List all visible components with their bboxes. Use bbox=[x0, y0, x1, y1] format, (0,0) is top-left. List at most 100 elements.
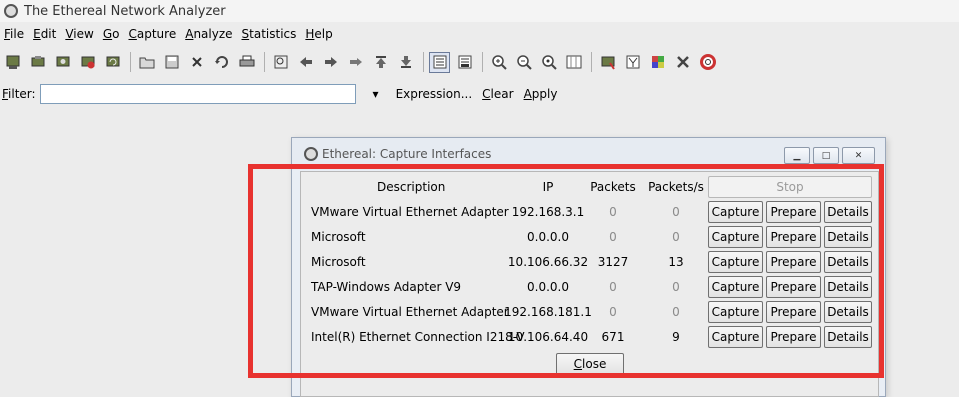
capture-button[interactable]: Capture bbox=[708, 301, 763, 323]
menu-statistics[interactable]: Statistics bbox=[242, 27, 297, 41]
go-to-packet-icon[interactable] bbox=[345, 52, 366, 73]
stop-button[interactable]: Stop bbox=[708, 176, 872, 198]
open-file-icon[interactable] bbox=[136, 52, 157, 73]
interfaces-icon[interactable] bbox=[2, 52, 23, 73]
column-packets: Packets bbox=[590, 180, 636, 194]
toolbar-separator bbox=[591, 52, 592, 72]
menu-edit[interactable]: Edit bbox=[33, 27, 56, 41]
menu-help[interactable]: Help bbox=[305, 27, 332, 41]
grid-header: Description IP Packets Packets/s Stop bbox=[301, 175, 878, 199]
interface-packets-per-sec: 13 bbox=[668, 255, 684, 269]
minimize-icon[interactable]: ▁ bbox=[784, 147, 810, 164]
capture-button[interactable]: Capture bbox=[708, 251, 763, 273]
autoscroll-icon[interactable] bbox=[454, 52, 475, 73]
save-file-icon[interactable] bbox=[161, 52, 182, 73]
stop-capture-icon[interactable] bbox=[77, 52, 98, 73]
capture-button[interactable]: Capture bbox=[708, 201, 763, 223]
filter-bar: Filter: ▾ Expression... Clear Apply bbox=[0, 83, 959, 105]
zoom-normal-icon[interactable] bbox=[538, 52, 559, 73]
filter-dropdown-arrow-icon[interactable]: ▾ bbox=[356, 84, 396, 104]
start-capture-icon[interactable] bbox=[52, 52, 73, 73]
apply-button[interactable]: Apply bbox=[524, 87, 558, 101]
interface-packets-per-sec: 9 bbox=[672, 330, 680, 344]
menu-file[interactable]: File bbox=[4, 27, 24, 41]
go-forward-icon[interactable] bbox=[320, 52, 341, 73]
interface-row: TAP-Windows Adapter V9 0.0.0.0 0 0 Captu… bbox=[301, 275, 878, 299]
prepare-button[interactable]: Prepare bbox=[766, 226, 821, 248]
capture-interfaces-dialog: Ethereal: Capture Interfaces ▁ □ ✕ Descr… bbox=[291, 137, 886, 397]
interface-description: TAP-Windows Adapter V9 bbox=[311, 280, 462, 294]
menu-capture[interactable]: Capture bbox=[128, 27, 176, 41]
interface-packets: 0 bbox=[609, 205, 617, 219]
interface-packets-per-sec: 0 bbox=[672, 205, 680, 219]
prepare-button[interactable]: Prepare bbox=[766, 251, 821, 273]
close-button[interactable]: Close bbox=[556, 353, 624, 375]
details-button[interactable]: Details bbox=[824, 251, 872, 273]
details-button[interactable]: Details bbox=[824, 276, 872, 298]
interface-row: Intel(R) Ethernet Connection I218-V 10.1… bbox=[301, 325, 878, 349]
dialog-title: Ethereal: Capture Interfaces bbox=[322, 147, 492, 161]
toolbar-separator bbox=[130, 52, 131, 72]
preferences-icon[interactable] bbox=[672, 52, 693, 73]
interface-packets: 0 bbox=[609, 305, 617, 319]
filter-label: Filter: bbox=[2, 87, 36, 101]
details-button[interactable]: Details bbox=[824, 226, 872, 248]
coloring-rules-icon[interactable] bbox=[647, 52, 668, 73]
details-button[interactable]: Details bbox=[824, 301, 872, 323]
capture-button[interactable]: Capture bbox=[708, 276, 763, 298]
details-button[interactable]: Details bbox=[824, 326, 872, 348]
print-icon[interactable] bbox=[236, 52, 257, 73]
prepare-button[interactable]: Prepare bbox=[766, 301, 821, 323]
close-window-icon[interactable]: ✕ bbox=[842, 147, 875, 164]
menu-view[interactable]: View bbox=[65, 27, 93, 41]
interface-row: Microsoft 10.106.66.32 3127 13 Capture P… bbox=[301, 250, 878, 274]
interface-packets: 0 bbox=[609, 280, 617, 294]
go-back-icon[interactable] bbox=[295, 52, 316, 73]
filter-input[interactable] bbox=[39, 84, 356, 104]
menubar: File Edit View Go Capture Analyze Statis… bbox=[0, 24, 959, 44]
dialog-titlebar[interactable]: Ethereal: Capture Interfaces ▁ □ ✕ bbox=[292, 138, 885, 170]
last-packet-icon[interactable] bbox=[395, 52, 416, 73]
clear-button[interactable]: Clear bbox=[482, 87, 513, 101]
main-toolbar bbox=[0, 48, 959, 76]
window-controls: ▁ □ ✕ bbox=[784, 147, 875, 164]
interface-description: Microsoft bbox=[311, 230, 366, 244]
expression-button[interactable]: Expression... bbox=[396, 87, 473, 101]
menu-go[interactable]: Go bbox=[103, 27, 120, 41]
column-description: Description bbox=[377, 180, 446, 194]
interface-packets: 3127 bbox=[597, 255, 629, 269]
colorize-icon[interactable] bbox=[429, 51, 450, 73]
display-filters-icon[interactable] bbox=[622, 52, 643, 73]
interfaces-grid: Description IP Packets Packets/s Stop VM… bbox=[300, 171, 879, 397]
interface-row: Microsoft 0.0.0.0 0 0 Capture Prepare De… bbox=[301, 225, 878, 249]
window-title: The Ethereal Network Analyzer bbox=[24, 3, 226, 19]
toolbar-separator bbox=[264, 52, 265, 72]
capture-filters-icon[interactable] bbox=[597, 52, 618, 73]
zoom-out-icon[interactable] bbox=[513, 52, 534, 73]
interface-packets: 671 bbox=[601, 330, 625, 344]
prepare-button[interactable]: Prepare bbox=[766, 276, 821, 298]
find-packet-icon[interactable] bbox=[270, 52, 291, 73]
reload-icon[interactable] bbox=[211, 52, 232, 73]
toolbar-separator bbox=[423, 52, 424, 72]
restart-capture-icon[interactable] bbox=[102, 52, 123, 73]
prepare-button[interactable]: Prepare bbox=[766, 326, 821, 348]
prepare-button[interactable]: Prepare bbox=[766, 201, 821, 223]
details-button[interactable]: Details bbox=[824, 201, 872, 223]
toolbar-separator bbox=[482, 52, 483, 72]
menu-analyze[interactable]: Analyze bbox=[185, 27, 232, 41]
ethereal-logo-icon bbox=[4, 4, 18, 18]
capture-options-icon[interactable] bbox=[27, 52, 48, 73]
interface-description: VMware Virtual Ethernet Adapter bbox=[311, 305, 509, 319]
resize-columns-icon[interactable] bbox=[563, 52, 584, 73]
maximize-icon[interactable]: □ bbox=[813, 147, 839, 164]
capture-button[interactable]: Capture bbox=[708, 226, 763, 248]
close-file-icon[interactable] bbox=[186, 52, 207, 73]
zoom-in-icon[interactable] bbox=[488, 52, 509, 73]
help-icon[interactable] bbox=[697, 52, 718, 73]
interface-packets-per-sec: 0 bbox=[672, 230, 680, 244]
capture-button[interactable]: Capture bbox=[708, 326, 763, 348]
first-packet-icon[interactable] bbox=[370, 52, 391, 73]
interface-row: VMware Virtual Ethernet Adapter 192.168.… bbox=[301, 200, 878, 224]
interface-description: VMware Virtual Ethernet Adapter bbox=[311, 205, 509, 219]
